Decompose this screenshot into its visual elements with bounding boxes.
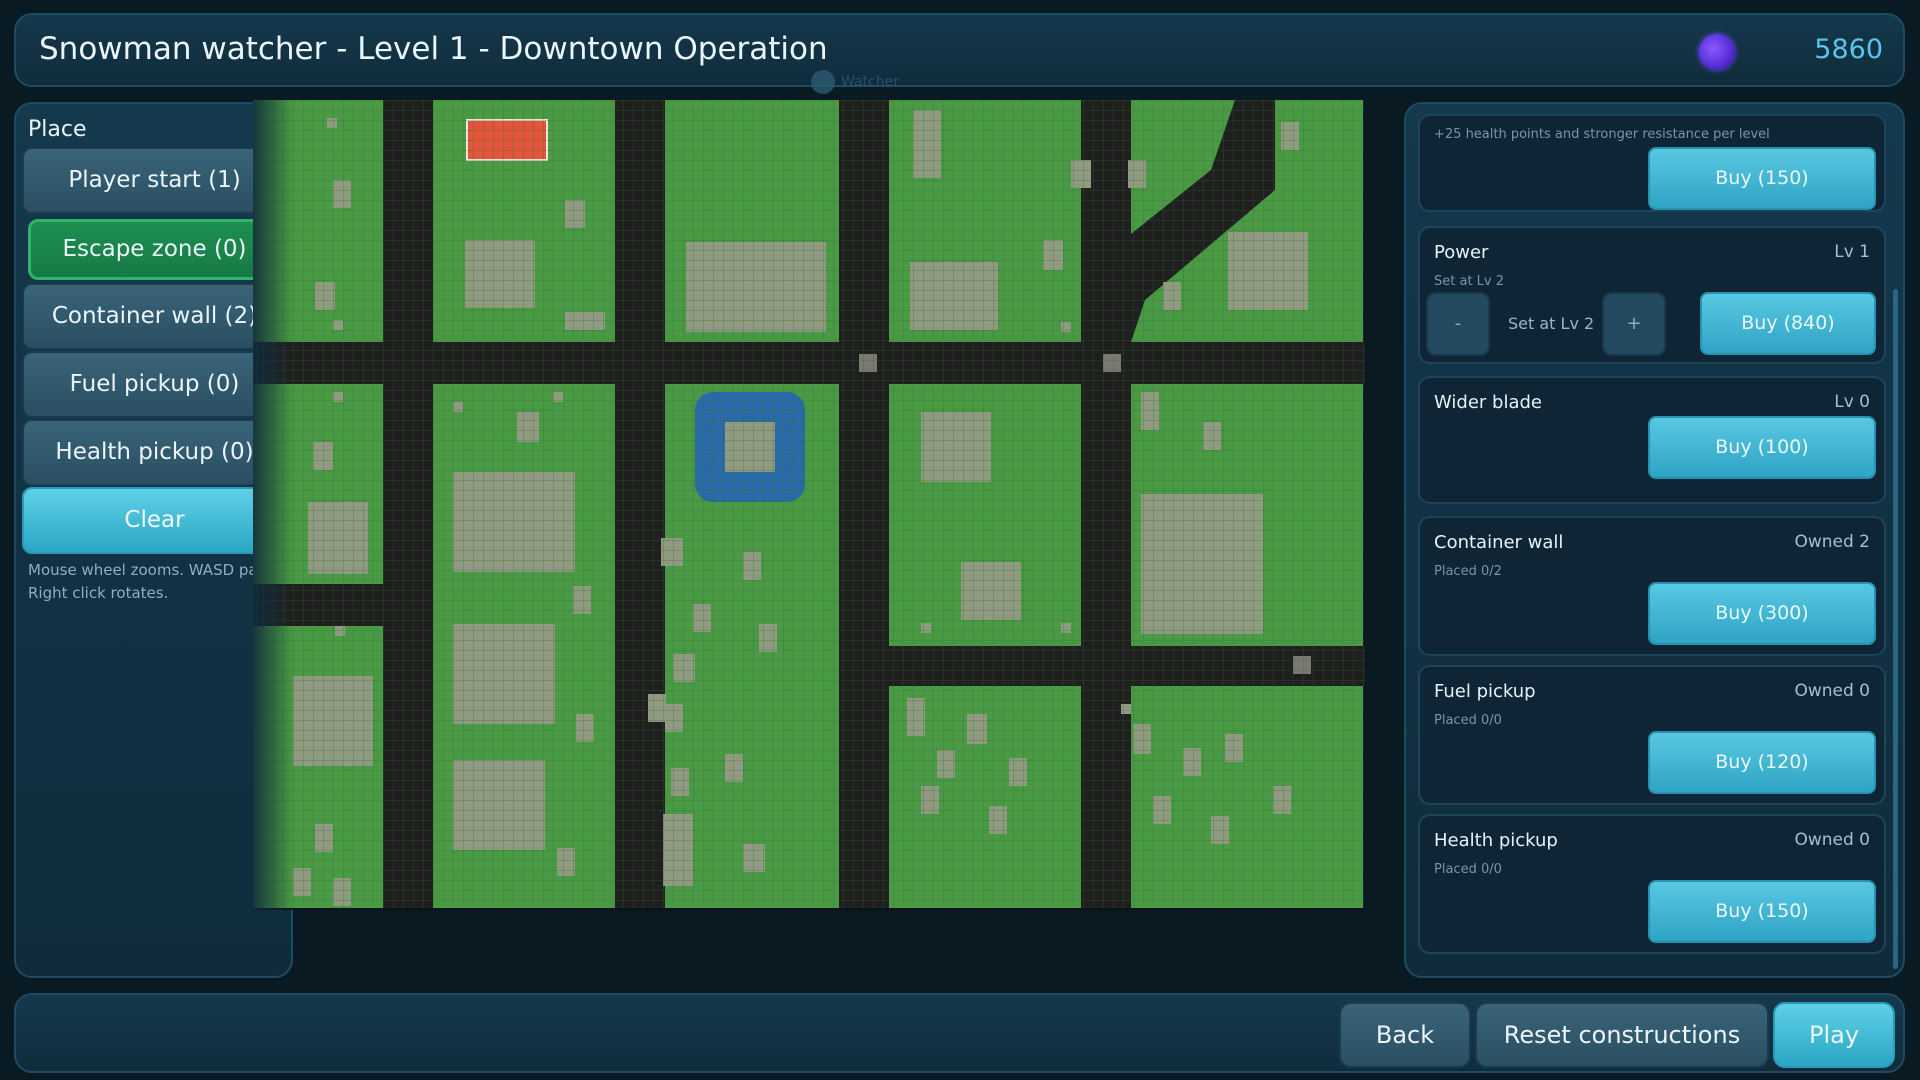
watcher-watermark: Watcher (811, 70, 899, 94)
upgrade-card-wider-blade: Wider blade Lv 0 Buy (100) (1418, 376, 1886, 504)
shop-scrollbar[interactable] (1893, 289, 1898, 969)
level-title: Snowman watcher - Level 1 - Downtown Ope… (39, 31, 828, 67)
upgrade-title: Fuel pickup (1434, 681, 1536, 702)
upgrade-card-container-wall: Container wall Owned 2 Placed 0/2 Buy (3… (1418, 516, 1886, 656)
place-fuel-pickup-button[interactable]: Fuel pickup (0) (22, 351, 287, 418)
controls-hint: Mouse wheel zooms. WASD pans. Right clic… (28, 561, 280, 602)
upgrade-title: Wider blade (1434, 392, 1542, 413)
city-map-canvas[interactable] (253, 100, 1365, 910)
placed-count: Placed 0/0 (1434, 862, 1502, 877)
clear-button[interactable]: Clear (22, 487, 287, 554)
level-increase-button[interactable]: + (1602, 292, 1666, 356)
play-button[interactable]: Play (1773, 1002, 1895, 1068)
upgrade-title: Power (1434, 242, 1489, 263)
coin-icon (1699, 34, 1735, 70)
upgrade-description: +25 health points and stronger resistanc… (1434, 127, 1770, 142)
upgrade-sub: Set at Lv 2 (1434, 274, 1505, 289)
place-container-wall-button[interactable]: Container wall (2) (22, 283, 287, 350)
level-set-label: Set at Lv 2 (1508, 314, 1595, 333)
bottom-bar: Back Reset constructions Play (14, 993, 1905, 1073)
level-decrease-button[interactable]: - (1426, 292, 1490, 356)
watermark-label: Watcher (841, 74, 899, 90)
buy-wider-blade-button[interactable]: Buy (100) (1648, 416, 1876, 479)
watcher-face-icon (811, 70, 835, 94)
back-button[interactable]: Back (1339, 1002, 1471, 1068)
upgrade-card-health-pickup: Health pickup Owned 0 Placed 0/0 Buy (15… (1418, 814, 1886, 954)
place-escape-zone-button[interactable]: Escape zone (0) (28, 219, 281, 280)
upgrade-shop-panel: +25 health points and stronger resistanc… (1404, 102, 1905, 978)
buy-container-wall-button[interactable]: Buy (300) (1648, 582, 1876, 645)
placed-count: Placed 0/0 (1434, 713, 1502, 728)
upgrade-card-fuel-pickup: Fuel pickup Owned 0 Placed 0/0 Buy (120) (1418, 665, 1886, 805)
upgrade-title: Container wall (1434, 532, 1564, 553)
upgrade-card-health: +25 health points and stronger resistanc… (1418, 114, 1886, 212)
buy-power-button[interactable]: Buy (840) (1700, 292, 1876, 355)
upgrade-title: Health pickup (1434, 830, 1558, 851)
upgrade-level: Lv 1 (1834, 242, 1870, 262)
city-map[interactable] (253, 100, 1365, 910)
buy-fuel-pickup-button[interactable]: Buy (120) (1648, 731, 1876, 794)
owned-count: Owned 2 (1794, 532, 1870, 552)
buy-health-pickup-button[interactable]: Buy (150) (1648, 880, 1876, 943)
place-player-start-button[interactable]: Player start (1) (22, 147, 287, 214)
place-health-pickup-button[interactable]: Health pickup (0) (22, 419, 287, 486)
upgrade-card-power: Power Lv 1 Set at Lv 2 - Set at Lv 2 + B… (1418, 226, 1886, 364)
reset-constructions-button[interactable]: Reset constructions (1475, 1002, 1769, 1068)
map-void (253, 908, 1365, 910)
map-grid-overlay (253, 100, 1365, 908)
placed-count: Placed 0/2 (1434, 564, 1502, 579)
buy-health-upgrade-button[interactable]: Buy (150) (1648, 147, 1876, 210)
owned-count: Owned 0 (1794, 681, 1870, 701)
upgrade-level: Lv 0 (1834, 392, 1870, 412)
place-panel: Place Player start (1) Escape zone (0) C… (14, 102, 293, 978)
top-bar: Snowman watcher - Level 1 - Downtown Ope… (14, 13, 1905, 94)
currency-value: 5860 (1814, 34, 1883, 65)
place-title: Place (28, 117, 87, 142)
owned-count: Owned 0 (1794, 830, 1870, 850)
